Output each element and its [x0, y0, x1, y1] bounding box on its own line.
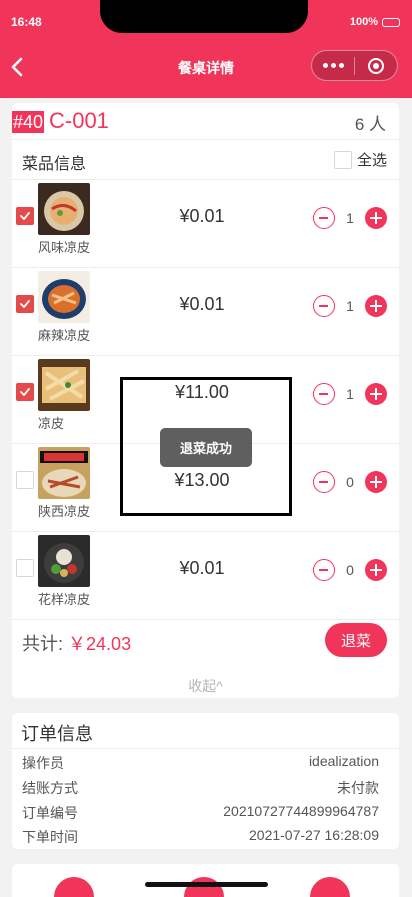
plus-icon[interactable] — [365, 559, 387, 581]
dish-checkbox[interactable] — [16, 295, 34, 313]
dish-image — [38, 447, 90, 499]
dish-checkbox[interactable] — [16, 383, 34, 401]
more-icon[interactable] — [312, 63, 354, 68]
status-time: 16:48 — [11, 15, 42, 29]
battery-icon — [382, 17, 400, 27]
order-section-title: 订单信息 — [21, 724, 93, 744]
minus-icon[interactable] — [313, 383, 335, 405]
dish-name: 凉皮 — [38, 416, 65, 431]
dish-checkbox[interactable] — [16, 559, 34, 577]
mini-program-capsule — [311, 50, 398, 81]
total-label: 共计: — [22, 634, 64, 654]
plus-icon[interactable] — [365, 471, 387, 493]
order-value: 20210727744899964787 — [223, 803, 379, 819]
dish-name: 风味凉皮 — [38, 240, 91, 255]
table-header: #40 C-001 6 人 — [12, 103, 399, 140]
dish-row: 风味凉皮 ¥0.01 1 — [12, 180, 399, 268]
minus-icon[interactable] — [313, 207, 335, 229]
clipboard-icon[interactable] — [310, 877, 350, 897]
order-row-payment: 结账方式 未付款 — [22, 778, 379, 798]
dish-quantity: 1 — [346, 298, 354, 314]
select-all[interactable]: 全选 — [333, 149, 387, 170]
dish-checkbox[interactable] — [16, 471, 34, 489]
refresh-icon[interactable] — [184, 877, 224, 897]
order-card: 订单信息 操作员 idealization 结账方式 未付款 订单编号 2021… — [12, 713, 399, 849]
device-notch — [100, 0, 308, 33]
minus-icon[interactable] — [313, 559, 335, 581]
home-indicator — [145, 882, 268, 887]
dish-price: ¥0.01 — [179, 206, 225, 226]
dish-row: 花样凉皮 ¥0.01 0 — [12, 532, 399, 620]
add-icon[interactable] — [54, 877, 94, 897]
dish-list-header: 菜品信息 全选 — [12, 140, 399, 180]
dish-image — [38, 359, 90, 411]
dish-section-title: 菜品信息 — [22, 156, 87, 173]
order-value: idealization — [308, 753, 379, 769]
select-all-checkbox[interactable] — [333, 150, 352, 169]
order-key: 操作员 — [22, 755, 64, 771]
total-amount: ￥24.03 — [68, 634, 132, 654]
dish-name: 陕西凉皮 — [38, 504, 91, 519]
order-row-time: 下单时间 2021-07-27 16:28:09 — [22, 827, 379, 847]
order-value: 未付款 — [337, 780, 379, 796]
dish-image — [38, 535, 90, 587]
dish-price: ¥0.01 — [179, 558, 225, 578]
total: 共计: ￥24.03 — [22, 630, 131, 656]
dish-quantity: 1 — [346, 210, 354, 226]
order-key: 下单时间 — [22, 829, 78, 845]
dish-image — [38, 271, 90, 323]
dish-name: 麻辣凉皮 — [38, 328, 91, 343]
collapse-link[interactable]: 收起^ — [12, 676, 399, 696]
bottom-action-bar — [12, 864, 399, 897]
order-value: 2021-07-27 16:28:09 — [249, 827, 379, 843]
toast-message: 退菜成功 — [160, 428, 252, 467]
top-bar: 16:48 100% 餐桌详情 — [0, 0, 412, 98]
dish-checkbox[interactable] — [16, 207, 34, 225]
dish-price: ¥0.01 — [179, 294, 225, 314]
table-code: C-001 — [49, 108, 109, 133]
people-count: 6 人 — [354, 115, 386, 134]
battery-percent: 100% — [349, 16, 378, 28]
plus-icon[interactable] — [365, 207, 387, 229]
refund-button[interactable]: 退菜 — [325, 623, 387, 657]
table-number: #40 — [12, 111, 45, 133]
select-all-label: 全选 — [356, 152, 387, 169]
plus-icon[interactable] — [365, 383, 387, 405]
minus-icon[interactable] — [313, 295, 335, 317]
dish-quantity: 0 — [346, 474, 354, 490]
dish-quantity: 0 — [346, 562, 354, 578]
dish-quantity: 1 — [346, 386, 354, 402]
dish-name: 花样凉皮 — [38, 592, 91, 607]
order-key: 结账方式 — [22, 780, 78, 796]
order-row-operator: 操作员 idealization — [22, 753, 379, 773]
plus-icon[interactable] — [365, 295, 387, 317]
close-target-icon[interactable] — [355, 57, 397, 75]
order-key: 订单编号 — [22, 805, 78, 821]
dish-row: 麻辣凉皮 ¥0.01 1 — [12, 268, 399, 356]
dish-image — [38, 183, 90, 235]
status-battery: 100% — [350, 16, 400, 28]
order-row-number: 订单编号 20210727744899964787 — [22, 803, 379, 823]
minus-icon[interactable] — [313, 471, 335, 493]
